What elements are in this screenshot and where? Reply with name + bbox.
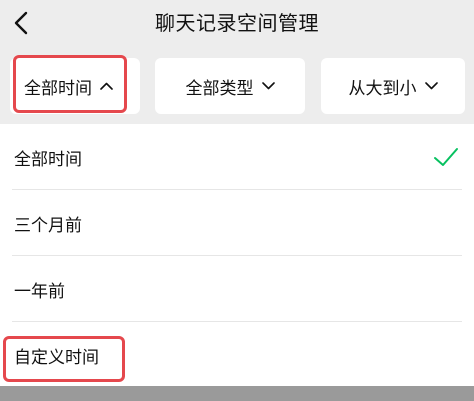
option-label: 自定义时间 <box>14 347 99 368</box>
top-nav-bar: 聊天记录空间管理 <box>0 0 474 48</box>
page-title: 聊天记录空间管理 <box>155 11 319 35</box>
type-filter-label: 全部类型 <box>185 78 254 99</box>
time-filter-label: 全部时间 <box>24 78 92 99</box>
time-filter-dropdown: 全部时间 三个月前 一年前 自定义时间 <box>0 124 474 386</box>
chevron-down-icon <box>261 82 275 90</box>
filter-bar: 全部时间 全部类型 从大到小 <box>0 48 474 124</box>
sort-filter-button[interactable]: 从大到小 <box>321 58 465 114</box>
time-option-three-months-ago[interactable]: 三个月前 <box>0 190 474 256</box>
sort-filter-label: 从大到小 <box>348 78 417 99</box>
time-option-custom[interactable]: 自定义时间 <box>0 322 474 388</box>
chevron-up-icon <box>100 82 113 90</box>
time-option-all[interactable]: 全部时间 <box>0 124 474 190</box>
chevron-down-icon <box>424 82 438 90</box>
time-option-one-year-ago[interactable]: 一年前 <box>0 256 474 322</box>
option-label: 一年前 <box>14 281 65 302</box>
type-filter-button[interactable]: 全部类型 <box>155 58 305 114</box>
time-filter-button[interactable]: 全部时间 <box>10 58 140 114</box>
dim-overlay[interactable] <box>0 386 474 401</box>
option-label: 全部时间 <box>14 149 82 170</box>
checkmark-icon <box>434 148 458 166</box>
option-label: 三个月前 <box>14 215 82 236</box>
chat-storage-management-screen: 聊天记录空间管理 全部时间 全部类型 从大到小 全部时间 三个月前 一年前 自定… <box>0 0 474 401</box>
